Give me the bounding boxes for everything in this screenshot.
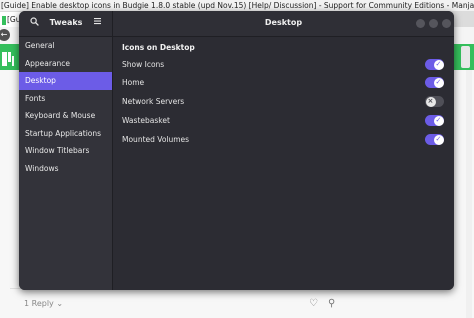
sidebar-title: Tweaks xyxy=(49,18,83,27)
sidebar-item-label: Windows xyxy=(25,163,59,173)
toggle-state-icon: ✓ xyxy=(435,135,442,143)
sidebar-item-label: Window Titlebars xyxy=(25,146,90,155)
sidebar-item-windows[interactable]: Windows xyxy=(19,160,112,178)
setting-row-show-icons: Show Icons ✓ xyxy=(122,56,444,75)
browser-window-title: [Guide] Enable desktop icons in Budgie 1… xyxy=(1,1,474,10)
back-arrow-icon[interactable]: ← xyxy=(0,29,10,41)
sidebar-item-label: Keyboard & Mouse xyxy=(25,111,96,120)
search-icon[interactable] xyxy=(30,17,39,30)
tab-favicon-icon xyxy=(2,15,6,25)
sidebar-item-fonts[interactable]: Fonts xyxy=(19,90,112,108)
setting-label: Home xyxy=(122,78,145,87)
home-toggle[interactable]: ✓ xyxy=(425,77,444,88)
desktop-settings-panel: Icons on Desktop Show Icons ✓ Home ✓ Net… xyxy=(113,37,454,290)
reply-count-button[interactable]: 1 Reply ⌄ xyxy=(24,298,63,310)
setting-label: Wastebasket xyxy=(122,116,170,125)
sidebar-header: Tweaks xyxy=(19,11,113,37)
toggle-state-icon: ✓ xyxy=(435,116,442,124)
setting-row-wastebasket: Wastebasket ✓ xyxy=(122,112,444,131)
wastebasket-toggle[interactable]: ✓ xyxy=(425,115,444,126)
hamburger-menu-icon[interactable] xyxy=(94,17,101,29)
minimize-button[interactable] xyxy=(416,19,425,28)
heart-icon[interactable]: ♡ xyxy=(309,298,318,310)
sidebar-item-desktop[interactable]: Desktop xyxy=(19,72,112,90)
section-title: Icons on Desktop xyxy=(122,43,195,52)
browser-title-bar: [Guide] Enable desktop icons in Budgie 1… xyxy=(0,0,474,11)
toggle-state-icon: ✓ xyxy=(435,78,442,86)
page-scrollbar[interactable] xyxy=(466,70,472,318)
sidebar-item-label: Desktop xyxy=(25,76,56,85)
toggle-state-icon: ✓ xyxy=(435,60,442,68)
setting-label: Show Icons xyxy=(122,60,165,69)
sidebar-item-label: Startup Applications xyxy=(25,128,102,138)
sidebar-item-general[interactable]: General xyxy=(19,37,112,55)
sidebar-item-appearance[interactable]: Appearance xyxy=(19,55,112,73)
sidebar-item-label: Fonts xyxy=(25,93,46,103)
link-icon[interactable]: ⚲ xyxy=(328,298,335,310)
sidebar-item-label: Appearance xyxy=(25,58,71,68)
setting-row-home: Home ✓ xyxy=(122,74,444,93)
setting-label: Network Servers xyxy=(122,97,185,106)
main-header: Desktop xyxy=(113,11,454,37)
sidebar-item-window-titlebars[interactable]: Window Titlebars xyxy=(19,142,112,160)
close-button[interactable] xyxy=(442,19,451,28)
page-title: Desktop xyxy=(264,18,303,27)
mounted-volumes-toggle[interactable]: ✓ xyxy=(425,134,444,145)
header-menu-icon[interactable] xyxy=(461,46,470,68)
toggle-state-icon: × xyxy=(427,97,434,105)
sidebar-item-keyboard-mouse[interactable]: Keyboard & Mouse xyxy=(19,107,112,125)
manjaro-logo[interactable] xyxy=(2,52,14,66)
show-icons-toggle[interactable]: ✓ xyxy=(425,59,444,70)
setting-row-network-servers: Network Servers × xyxy=(122,93,444,112)
network-servers-toggle[interactable]: × xyxy=(425,96,444,107)
tweaks-window: Tweaks Desktop General Appearance Deskto… xyxy=(19,11,454,290)
reply-count-label: 1 Reply xyxy=(24,299,54,308)
chevron-down-icon: ⌄ xyxy=(56,299,64,308)
maximize-button[interactable] xyxy=(429,19,438,28)
sidebar-item-label: General xyxy=(25,41,55,50)
sidebar-item-startup-applications[interactable]: Startup Applications xyxy=(19,125,112,143)
sidebar: General Appearance Desktop Fonts Keyboar… xyxy=(19,37,113,290)
setting-row-mounted-volumes: Mounted Volumes ✓ xyxy=(122,131,444,150)
setting-label: Mounted Volumes xyxy=(122,135,190,144)
